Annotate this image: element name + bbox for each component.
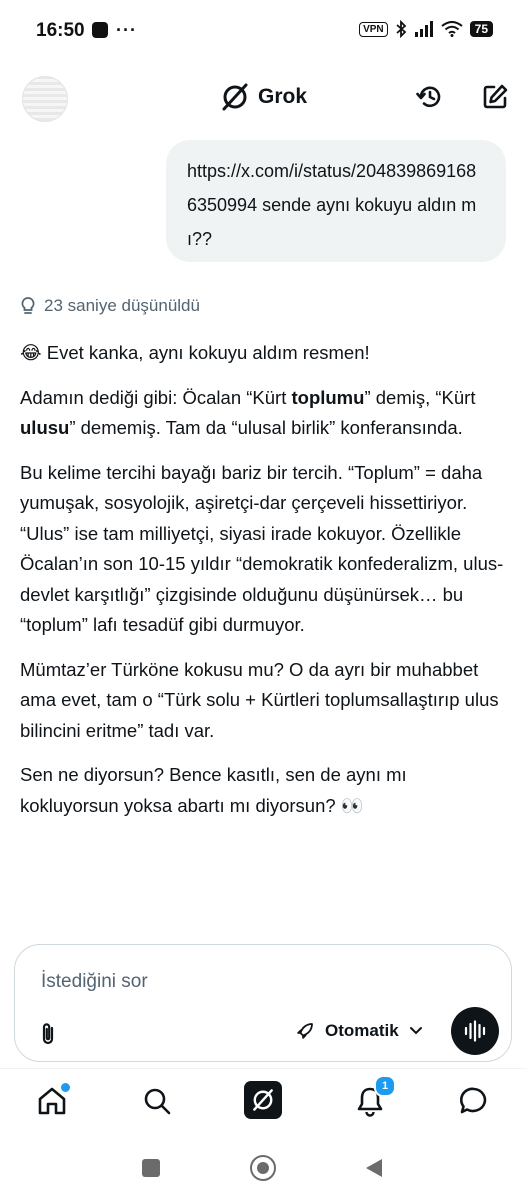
- app-notification-icon: [92, 22, 108, 38]
- composer: İstediğini sor Otomatik: [14, 944, 512, 1062]
- search-icon: [144, 1088, 171, 1115]
- app-header: Grok: [0, 64, 527, 132]
- home-badge: [59, 1081, 72, 1094]
- recents-button[interactable]: [142, 1159, 160, 1177]
- user-message-text: https://x.com/i/status/20483986916863509…: [187, 161, 477, 249]
- mode-selector[interactable]: Otomatik: [295, 1021, 423, 1041]
- rocket-icon: [297, 1023, 313, 1039]
- battery-icon: 75: [469, 21, 493, 37]
- thinking-indicator[interactable]: 23 saniye düşünüldü: [20, 296, 200, 316]
- waveform-icon: [464, 1020, 486, 1042]
- bluetooth-icon: [396, 20, 406, 38]
- more-notifications-icon: ···: [116, 20, 137, 40]
- laughing-emoji: 😂: [20, 342, 42, 363]
- chat-bubble-icon: [459, 1087, 487, 1114]
- history-icon: [416, 86, 441, 108]
- response-paragraph: 😂 Evet kanka, aynı kokuyu aldım resmen!: [20, 342, 370, 363]
- grok-response: 😂 Evet kanka, aynı kokuyu aldım resmen! …: [20, 338, 510, 835]
- history-button[interactable]: [413, 80, 447, 114]
- notifications-count-badge: 1: [374, 1075, 396, 1097]
- brand: Grok: [220, 82, 307, 112]
- signal-icon: [414, 21, 433, 37]
- voice-mode-button[interactable]: [451, 1007, 499, 1055]
- lightbulb-icon: [21, 297, 35, 314]
- back-button[interactable]: [364, 1157, 384, 1184]
- thinking-label: 23 saniye düşünüldü: [44, 296, 200, 315]
- system-navigation-bar: [0, 1140, 527, 1200]
- home-dot-icon: [257, 1162, 269, 1174]
- vpn-icon: VPN: [359, 21, 388, 37]
- page-title: Grok: [258, 85, 308, 108]
- nav-notifications[interactable]: 1: [352, 1075, 396, 1119]
- eyes-emoji: 👀: [340, 794, 364, 816]
- nav-messages[interactable]: [456, 1083, 492, 1119]
- status-bar: 16:50 ··· VPN 75: [0, 0, 527, 64]
- home-system-button[interactable]: [250, 1155, 276, 1181]
- response-paragraph: Mümtaz’er Türköne kokusu mu? O da ayrı b…: [20, 658, 499, 741]
- nav-home[interactable]: [34, 1081, 72, 1119]
- status-time: 16:50: [36, 20, 85, 41]
- nav-grok[interactable]: [244, 1081, 282, 1119]
- back-triangle-icon: [366, 1159, 382, 1177]
- grok-icon: [253, 1089, 273, 1111]
- paperclip-icon: [42, 1023, 54, 1045]
- user-message-bubble[interactable]: https://x.com/i/status/20483986916863509…: [166, 140, 506, 262]
- avatar[interactable]: [22, 76, 68, 122]
- new-chat-button[interactable]: [478, 80, 512, 114]
- grok-logo-icon: [222, 83, 248, 111]
- wifi-icon: [441, 21, 463, 37]
- response-paragraph: Bu kelime tercihi bayağı bariz bir terci…: [20, 461, 504, 636]
- response-paragraph: Sen ne diyorsun? Bence kasıtlı, sen de a…: [20, 764, 407, 816]
- response-paragraph: Adamın dediği gibi: Öcalan “Kürt toplumu…: [20, 386, 476, 439]
- chevron-down-icon: [409, 1027, 422, 1035]
- compose-icon: [483, 84, 508, 109]
- mode-label: Otomatik: [325, 1021, 399, 1040]
- message-input[interactable]: İstediğini sor: [41, 971, 148, 993]
- attach-button[interactable]: [37, 1021, 61, 1047]
- bottom-nav: 1: [0, 1068, 527, 1133]
- nav-search[interactable]: [139, 1083, 175, 1119]
